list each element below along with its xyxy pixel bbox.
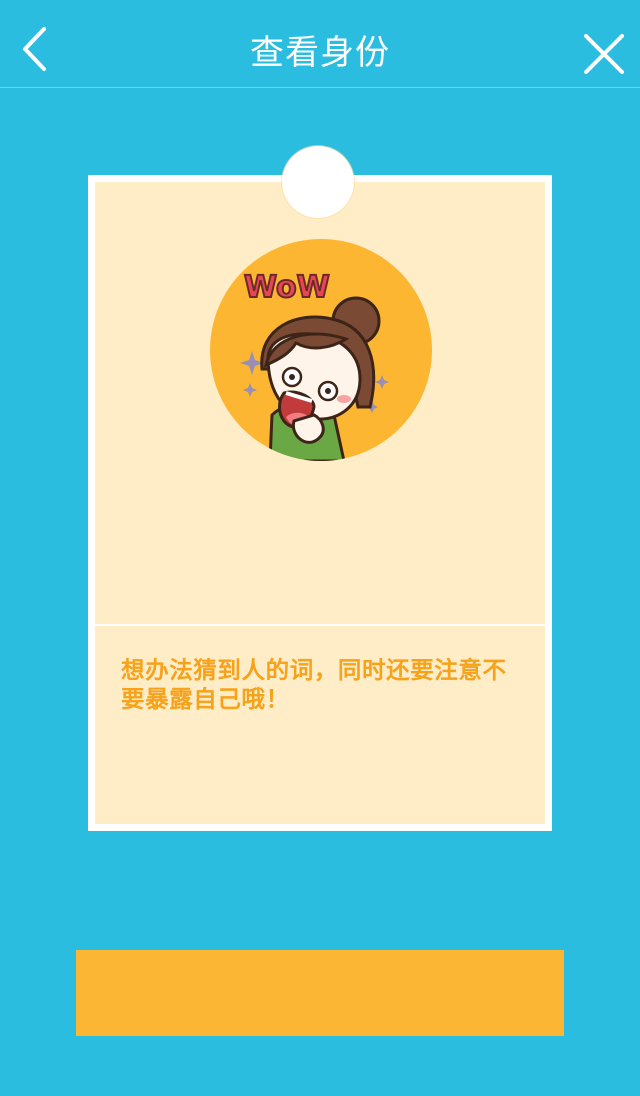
confirm-button[interactable] xyxy=(76,950,564,1036)
card-pin-hole xyxy=(282,146,354,218)
role-hint-text: 想办法猜到人的词，同时还要注意不要暴露自己哦！ xyxy=(121,656,507,713)
wow-text: WoW xyxy=(244,270,330,305)
chevron-left-icon xyxy=(23,27,46,71)
card-divider xyxy=(95,624,545,626)
role-avatar: WoW xyxy=(210,239,432,461)
back-button[interactable] xyxy=(18,24,58,74)
close-button[interactable] xyxy=(582,32,626,76)
wow-girl-illustration: WoW xyxy=(240,269,389,461)
page-title: 查看身份 xyxy=(250,33,390,73)
top-bar: 查看身份 xyxy=(0,0,640,88)
close-icon xyxy=(584,34,624,74)
